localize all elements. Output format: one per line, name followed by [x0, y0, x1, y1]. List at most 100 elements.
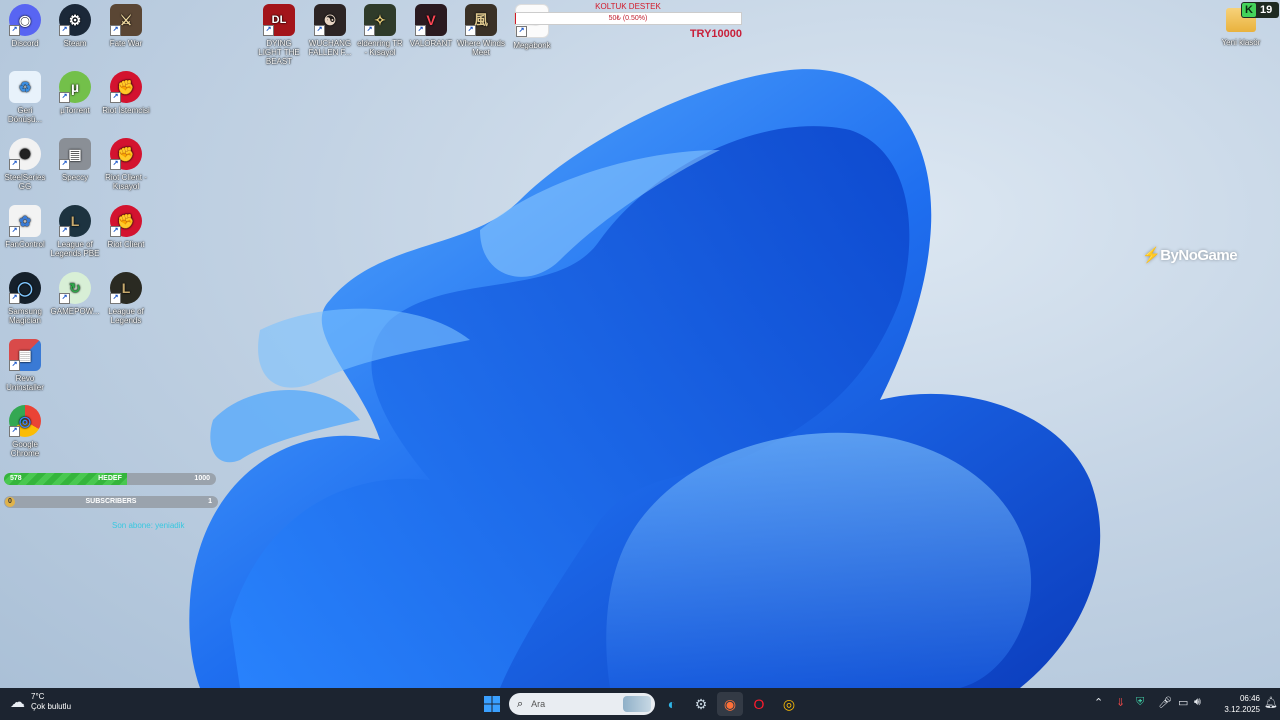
desktop-icon-wuchang[interactable]: ☯ ↗ WUCHANG FALLEN F...	[305, 4, 355, 57]
subscriber-goal-target: 1	[208, 498, 212, 505]
riot-icon: ✊ ↗	[110, 71, 142, 103]
search-placeholder: Ara	[531, 699, 546, 709]
league-icon: L ↗	[59, 205, 91, 237]
league-icon: L ↗	[110, 272, 142, 304]
riot-icon: ✊ ↗	[110, 138, 142, 170]
taskbar-chrome[interactable]: ◎	[776, 692, 802, 716]
desktop-icon-samsung-magician[interactable]: ◯ ↗ Samsung Magician	[0, 272, 50, 325]
speccy-icon: ▤ ↗	[59, 138, 91, 170]
desktop-icon-label: League of Legends	[108, 307, 144, 325]
desktop-icon-label: Megabonk	[513, 41, 551, 50]
desktop-icon-label: Geri Dönüşü...	[7, 106, 43, 124]
desktop-icon-riot-client-kisayol[interactable]: ✊ ↗ Riot Client - Kısayol	[101, 138, 151, 191]
desktop-icon-steelseries[interactable]: ✺ ↗ SteelSeries GG	[0, 138, 50, 191]
start-button[interactable]	[479, 692, 505, 716]
windows-icon	[484, 696, 500, 712]
desktop-icon-gamepower[interactable]: ↻ ↗ GAMEPOW...	[50, 272, 100, 316]
desktop-icon-revo-uninstaller[interactable]: ▦ ↗ Revo Uninstaller	[0, 339, 50, 392]
revo-uninstaller-icon: ▦ ↗	[9, 339, 41, 371]
desktop-icon-elden-ring[interactable]: ✧ ↗ eldenring TR - Kısayol	[355, 4, 405, 57]
desktop-icon-label: Riot Client - Kısayol	[105, 173, 147, 191]
desktop-icon-league[interactable]: L ↗ League of Legends	[101, 272, 151, 325]
subscriber-goal-label: SUBSCRIBERS	[85, 498, 137, 505]
desktop-icon-label: SteelSeries GG	[4, 173, 46, 191]
taskbar-opera[interactable]: O	[746, 692, 772, 716]
samsung-magician-icon: ◯ ↗	[9, 272, 41, 304]
edge-icon: ◐	[667, 696, 677, 712]
dying-light-icon: DL ↗	[263, 4, 295, 36]
donation-goal-title: KOLTUK DESTEK	[595, 2, 661, 11]
search-highlight-image	[623, 696, 651, 712]
steelseries-icon: ✺ ↗	[9, 138, 41, 170]
desktop-icon-google-chrome[interactable]: ◎ ↗ Google Chrome	[0, 405, 50, 458]
valorant-icon: V ↗	[415, 4, 447, 36]
desktop-icon-fancontrol[interactable]: ✿ ↗ FanControl	[0, 205, 50, 249]
steam-icon: ⚙	[694, 695, 708, 712]
taskbar-search[interactable]: ⌕ Ara	[509, 693, 655, 715]
riot-icon: ✊ ↗	[110, 205, 142, 237]
desktop-icon-label: Google Chrome	[10, 440, 40, 458]
desktop-icon-label: Samsung Magician	[8, 307, 42, 325]
donation-progress-text: 50₺ (0.50%)	[608, 15, 648, 22]
taskbar-steam[interactable]: ⚙	[688, 692, 714, 716]
desktop-icon-steam[interactable]: ⚙ ↗ Steam	[50, 4, 100, 48]
desktop-icon-label: League of Legends PBE	[50, 240, 100, 258]
taskbar-edge[interactable]: ◐	[659, 692, 685, 716]
where-winds-meet-icon: 風 ↗	[465, 4, 497, 36]
record-icon[interactable]: ⇓	[1116, 696, 1125, 709]
kick-icon: K	[1242, 3, 1256, 17]
desktop-icon-label: Fate War	[109, 39, 143, 48]
follower-goal-bar: 578 HEDEF 1000	[4, 473, 216, 485]
desktop-icon-riot-istemcisi[interactable]: ✊ ↗ Riot İstemcisi	[101, 71, 151, 115]
desktop-icon-recycle-bin[interactable]: ♻ Geri Dönüşü...	[0, 71, 50, 124]
utorrent-icon: µ ↗	[59, 71, 91, 103]
recycle-bin-icon: ♻	[9, 71, 41, 103]
elden-ring-icon: ✧ ↗	[364, 4, 396, 36]
desktop-icon-label: Riot İstemcisi	[102, 106, 150, 115]
clock-time: 06:46	[1239, 694, 1260, 703]
donation-progress-bar: 50₺ (0.50%)	[514, 12, 742, 25]
defender-icon[interactable]: ⛨	[1136, 696, 1144, 709]
desktop-icon-utorrent[interactable]: µ ↗ µTorrent	[50, 71, 100, 115]
desktop-icon-label: µTorrent	[60, 106, 90, 115]
speaker-icon[interactable]: 🔊︎	[1194, 696, 1201, 709]
wallpaper	[189, 69, 1101, 688]
fan-icon: ✿ ↗	[9, 205, 41, 237]
network-icon[interactable]: ▭	[1178, 696, 1188, 709]
follower-goal-target: 1000	[194, 475, 210, 482]
desktop-icon-valorant[interactable]: V ↗ VALORANT	[406, 4, 456, 48]
microphone-icon[interactable]: 🎤︎	[1158, 696, 1172, 709]
desktop-icon-label: Where Winds Meet	[456, 39, 505, 57]
desktop-icon-label: eldenring TR - Kısayol	[357, 39, 403, 57]
discord-icon: ◉ ↗	[9, 4, 41, 36]
desktop-icon-riot-client[interactable]: ✊ ↗ Riot Client	[101, 205, 151, 249]
taskbar-firefox[interactable]: ◉	[717, 692, 743, 716]
search-icon: ⌕	[517, 697, 524, 710]
desktop-icon-label: Yeni klasör	[1221, 38, 1261, 47]
desktop-icon-speccy[interactable]: ▤ ↗ Speccy	[50, 138, 100, 182]
donation-goal-amount: TRY10000	[689, 28, 742, 40]
cloud-icon: ☁	[10, 694, 25, 711]
clock-date: 3.12.2025	[1224, 705, 1260, 714]
notification-bell-icon[interactable]: 🔔︎	[1264, 696, 1278, 709]
weather-temp: 7°C	[31, 692, 45, 701]
gamepower-icon: ↻ ↗	[59, 272, 91, 304]
bynogame-logo-text: ByNoGame	[1160, 247, 1238, 264]
desktop-icon-league-pbe[interactable]: L ↗ League of Legends PBE	[50, 205, 100, 258]
follower-goal-label: HEDEF	[98, 475, 122, 482]
desktop-icon-label: GAMEPOW...	[50, 307, 100, 316]
weather-widget[interactable]: ☁ 7°C Çok bulutlu	[10, 692, 71, 712]
desktop-icon-discord[interactable]: ◉ ↗ Discord	[0, 4, 50, 48]
desktop-icon-label: WUCHANG FALLEN F...	[308, 39, 352, 57]
desktop-icon-label: FanControl	[5, 240, 45, 249]
desktop-icon-where-winds-meet[interactable]: 風 ↗ Where Winds Meet	[456, 4, 506, 57]
desktop-icon-label: Riot Client	[107, 240, 145, 249]
desktop-icon-label: Speccy	[61, 173, 89, 182]
donation-goal-widget: KOLTUK DESTEK 50₺ (0.50%) TRY10000	[514, 2, 742, 40]
chevron-up-icon[interactable]: ⌃	[1094, 696, 1103, 709]
desktop-icon-dying-light[interactable]: DL ↗ DYING LIGHT THE BEAST	[254, 4, 304, 66]
taskbar-clock[interactable]: 06:46 3.12.2025	[1212, 693, 1260, 715]
wuchang-icon: ☯ ↗	[314, 4, 346, 36]
desktop-icon-fate-war[interactable]: ⚔ ↗ Fate War	[101, 4, 151, 48]
steam-icon: ⚙ ↗	[59, 4, 91, 36]
